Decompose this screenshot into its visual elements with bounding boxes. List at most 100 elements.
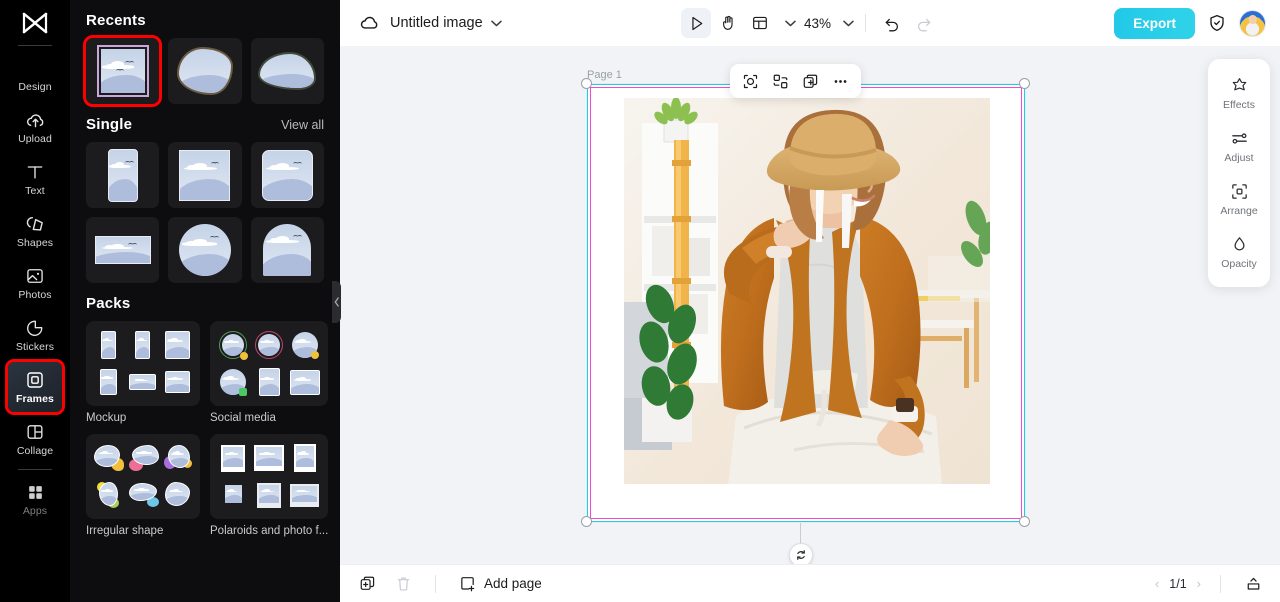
trash-icon — [397, 577, 409, 591]
toolbar-divider — [865, 14, 867, 32]
user-avatar[interactable] — [1239, 9, 1266, 37]
photo-illustration — [624, 98, 990, 484]
hand-icon — [723, 15, 733, 30]
rotate-handle-line — [800, 523, 802, 545]
zoom-level[interactable]: 43% — [804, 16, 831, 31]
resize-handle-bottom-right[interactable] — [1019, 516, 1030, 527]
sidebar-item-design[interactable]: Design — [8, 50, 62, 100]
sidebar-item-stickers[interactable]: Stickers — [8, 310, 62, 360]
canvas-photo[interactable] — [624, 98, 990, 484]
document-title-chevron-down-icon[interactable] — [490, 20, 502, 27]
cloud-save-icon[interactable] — [358, 12, 380, 34]
prev-page-button[interactable]: ‹ — [1155, 576, 1159, 591]
object-float-toolbar — [730, 64, 861, 98]
single-frame-arch[interactable] — [250, 217, 324, 283]
effects-button[interactable]: Effects — [1208, 67, 1270, 120]
duplicate-button[interactable] — [797, 68, 824, 95]
pack-item-irregular-shape[interactable]: Irregular shape — [86, 434, 200, 537]
more-options-button[interactable] — [827, 68, 854, 95]
top-toolbar: Untitled image 43% Export — [340, 0, 1280, 46]
bottom-right-divider — [1220, 574, 1221, 593]
sidebar-label-photos: Photos — [18, 289, 52, 302]
zoom-chevron-down-icon[interactable] — [843, 20, 854, 27]
object-properties-panel: Effects Adjust Arrange Opacity — [1208, 59, 1270, 287]
canvas-area[interactable]: Page 1 Effects Adjust Arrange Opacity — [340, 46, 1280, 564]
sidebar-item-text[interactable]: Text — [8, 154, 62, 204]
single-frame-square[interactable] — [168, 142, 242, 208]
app-root: Design Upload Text Shapes Photos Sticker… — [0, 0, 1280, 602]
sidebar-label-collage: Collage — [16, 445, 54, 458]
resize-handle-top-right[interactable] — [1019, 78, 1030, 89]
rail-divider-bottom — [18, 469, 52, 470]
recents-header: Recents — [86, 0, 324, 38]
layout-chevron-down-icon[interactable] — [785, 20, 796, 27]
single-frame-portrait[interactable] — [86, 142, 160, 208]
single-frame-rounded-square[interactable] — [250, 142, 324, 208]
bottom-bar: Add page ‹ 1/1 › — [340, 564, 1280, 602]
document-title[interactable]: Untitled image — [390, 15, 483, 31]
collage-icon — [24, 421, 46, 443]
sidebar-item-shapes[interactable]: Shapes — [8, 206, 62, 256]
recent-frame-square[interactable] — [82, 35, 163, 107]
sidebar-item-collage[interactable]: Collage — [8, 414, 62, 464]
cursor-arrow-icon — [691, 16, 702, 30]
bottom-divider — [435, 574, 436, 593]
canvas-tools: 43% — [680, 8, 939, 38]
sidebar-item-frames[interactable]: Frames — [5, 359, 65, 415]
single-header: Single View all — [86, 104, 324, 142]
pack-label-mockup: Mockup — [86, 412, 127, 424]
layout-tool-button[interactable] — [745, 8, 775, 38]
chevron-left-icon — [334, 297, 339, 307]
sidebar-item-upload[interactable]: Upload — [8, 102, 62, 152]
select-tool-button[interactable] — [680, 8, 711, 38]
sidebar-label-shapes: Shapes — [16, 237, 54, 250]
redo-icon — [917, 18, 931, 32]
single-grid — [86, 142, 324, 283]
duplicate-page-button[interactable] — [354, 571, 380, 597]
sparkle-star-icon — [1230, 76, 1249, 95]
hand-tool-button[interactable] — [713, 8, 743, 38]
left-nav-rail: Design Upload Text Shapes Photos Sticker… — [0, 0, 70, 602]
resize-handle-bottom-left[interactable] — [581, 516, 592, 527]
packs-grid: Mockup Social media Irregular shape Pola… — [86, 321, 329, 537]
duplicate-plus-icon — [803, 74, 818, 88]
next-page-button[interactable]: › — [1197, 576, 1201, 591]
present-button[interactable] — [1240, 571, 1266, 597]
recent-frame-blob-2[interactable] — [250, 38, 324, 104]
sidebar-item-photos[interactable]: Photos — [8, 258, 62, 308]
single-frame-landscape[interactable] — [86, 217, 160, 283]
delete-page-button[interactable] — [390, 571, 416, 597]
view-all-link[interactable]: View all — [281, 118, 324, 132]
arrange-button[interactable]: Arrange — [1208, 173, 1270, 226]
rotate-icon — [797, 550, 805, 560]
export-button[interactable]: Export — [1114, 7, 1195, 39]
opacity-button[interactable]: Opacity — [1208, 226, 1270, 279]
resize-handle-top-left[interactable] — [581, 78, 592, 89]
rotate-handle[interactable] — [789, 543, 813, 564]
sidebar-label-apps: Apps — [22, 505, 48, 518]
pack-item-social-media[interactable]: Social media — [210, 321, 329, 424]
sidebar-label-text: Text — [25, 185, 45, 198]
auto-cutout-button[interactable] — [737, 68, 764, 95]
sidebar-item-apps[interactable]: Apps — [8, 474, 62, 524]
pack-thumb-social-media — [210, 321, 329, 406]
shield-check-icon[interactable] — [1207, 13, 1227, 33]
undo-icon — [885, 18, 899, 32]
panel-collapse-handle[interactable] — [332, 281, 341, 323]
add-page-button[interactable]: Add page — [459, 575, 542, 592]
page-label: Page 1 — [587, 69, 622, 81]
single-frame-circle[interactable] — [168, 217, 242, 283]
capcut-logo[interactable] — [15, 6, 55, 40]
sidebar-label-frames: Frames — [16, 393, 54, 406]
adjust-button[interactable]: Adjust — [1208, 120, 1270, 173]
pack-item-mockup[interactable]: Mockup — [86, 321, 200, 424]
frames-icon — [24, 369, 46, 391]
replace-icon — [773, 74, 788, 88]
undo-button[interactable] — [877, 8, 907, 38]
packs-title: Packs — [86, 295, 131, 312]
opacity-label: Opacity — [1221, 258, 1257, 270]
redo-button[interactable] — [909, 8, 939, 38]
pack-item-polaroids[interactable]: Polaroids and photo f... — [210, 434, 329, 537]
recent-frame-blob-1[interactable] — [168, 38, 242, 104]
replace-image-button[interactable] — [767, 68, 794, 95]
